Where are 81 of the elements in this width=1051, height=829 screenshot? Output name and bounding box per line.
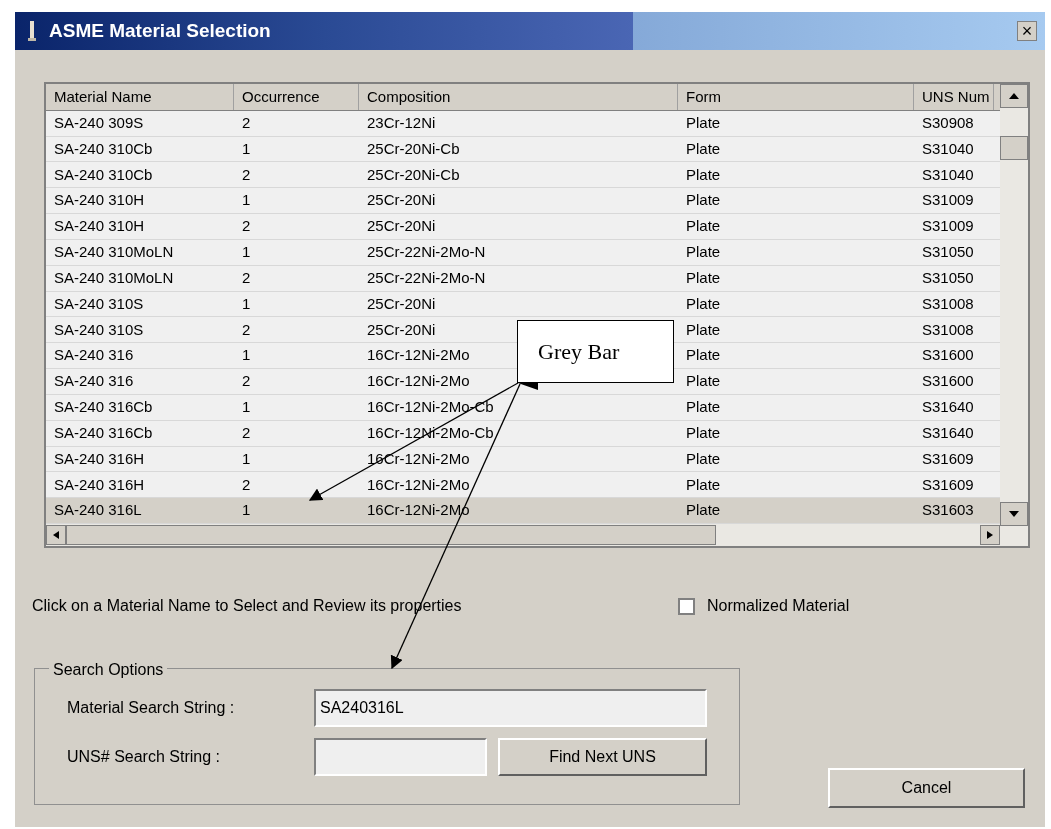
table-cell-text: 1 [242, 293, 251, 314]
table-cell-text: 25Cr-20Ni [367, 216, 436, 237]
table-cell-text: Plate [686, 397, 721, 418]
table-cell-text: 1 [242, 448, 251, 469]
table-cell-text: Plate [686, 164, 721, 185]
table-cell-text: 2 [242, 474, 251, 495]
table-cell-text: 2 [242, 164, 251, 185]
table-cell-text: 2 [242, 216, 251, 237]
table-cell-text: Plate [686, 422, 721, 443]
table-cell-text: Plate [686, 138, 721, 159]
table-cell-text: Plate [686, 345, 721, 366]
table-cell-text: SA-240 309S [54, 113, 144, 133]
table-cell-text: S31040 [922, 164, 974, 185]
table-cell-text: SA-240 310H [54, 190, 145, 211]
table-cell-text: 25Cr-22Ni-2Mo-N [367, 242, 486, 263]
table-cell-text: 23Cr-12Ni [367, 113, 436, 133]
table-cell-text: 25Cr-20Ni [367, 319, 436, 340]
table-cell-text: Plate [686, 242, 721, 263]
table-cell-text: Plate [686, 448, 721, 469]
table-cell-text: Plate [686, 474, 721, 495]
table-cell-text: SA-240 316H [54, 474, 145, 495]
table-cell-text: SA-240 316L [54, 500, 142, 521]
table-cell-text: S31009 [922, 190, 974, 211]
table-cell-text: 1 [242, 190, 251, 211]
table-cell-text: Plate [686, 293, 721, 314]
table-cell-text: SA-240 310Cb [54, 138, 153, 159]
table-cell-text: 16Cr-12Ni-2Mo [367, 371, 470, 392]
table-cell-text: 1 [242, 397, 251, 418]
table-cell-text: SA-240 316 [54, 371, 134, 392]
table-cell-text: 25Cr-20Ni [367, 293, 436, 314]
table-cell-text: 25Cr-22Ni-2Mo-N [367, 267, 486, 288]
table-cell-text: S30908 [922, 113, 974, 133]
table-cell-text: Plate [686, 190, 721, 211]
table-cell-text: 16Cr-12Ni-2Mo [367, 474, 470, 495]
table-cell-text: S31600 [922, 345, 974, 366]
table-cell-text: 25Cr-20Ni-Cb [367, 164, 460, 185]
table-cell-text: 16Cr-12Ni-2Mo [367, 345, 470, 366]
table-cell-text: 2 [242, 267, 251, 288]
table-cell-text: 2 [242, 113, 251, 133]
annotation-tooltip: Grey Bar [517, 320, 674, 383]
table-cell-text: SA-240 310Cb [54, 164, 153, 185]
table-cell-text: 1 [242, 500, 251, 521]
table-cell-text: Plate [686, 216, 721, 237]
table-cell-text: 1 [242, 345, 251, 366]
table-cell-text: Plate [686, 113, 721, 133]
table-cell-text: 2 [242, 319, 251, 340]
table-cell-text: S31050 [922, 242, 974, 263]
table-cell-text: SA-240 316H [54, 448, 145, 469]
table-cell-text: Plate [686, 500, 721, 521]
table-cell-text: S31008 [922, 319, 974, 340]
table-cell-text: S31008 [922, 293, 974, 314]
table-cell-text: 1 [242, 138, 251, 159]
table-cell-text: Plate [686, 371, 721, 392]
table-cell-text: S31009 [922, 216, 974, 237]
table-cell-text: S31040 [922, 138, 974, 159]
table-cell-text: Plate [686, 267, 721, 288]
table-cell-text: S31050 [922, 267, 974, 288]
table-cell-text: S31640 [922, 397, 974, 418]
table-cell-text: S31609 [922, 448, 974, 469]
table-cell-text: 2 [242, 371, 251, 392]
table-cell-text: SA-240 310MoLN [54, 242, 174, 263]
table-cell-text: 2 [242, 422, 251, 443]
table-cell-text: Plate [686, 319, 721, 340]
table-cell-text: 25Cr-20Ni [367, 190, 436, 211]
table-cell-text: S31640 [922, 422, 974, 443]
table-cell-text: SA-240 310S [54, 293, 144, 314]
table-cell-text: SA-240 316 [54, 345, 134, 366]
window-title: ASME Material Selection [49, 18, 271, 43]
table-cell-text: S31603 [922, 500, 974, 521]
table-cell-text: S31609 [922, 474, 974, 495]
table-cell-text: 1 [242, 242, 251, 263]
table-cell-text: SA-240 310H [54, 216, 145, 237]
table-cell-text: SA-240 316Cb [54, 397, 153, 418]
table-cell-text: SA-240 316Cb [54, 422, 153, 443]
table-cell-text: S31600 [922, 371, 974, 392]
field-label: UNS# Search String : [67, 747, 221, 767]
checkbox-label: Normalized Material [707, 596, 850, 616]
table-cell-text: SA-240 310S [54, 319, 144, 340]
table-cell-text: SA-240 310MoLN [54, 267, 174, 288]
table-cell-text: 25Cr-20Ni-Cb [367, 138, 460, 159]
field-label: Material Search String : [67, 698, 236, 718]
